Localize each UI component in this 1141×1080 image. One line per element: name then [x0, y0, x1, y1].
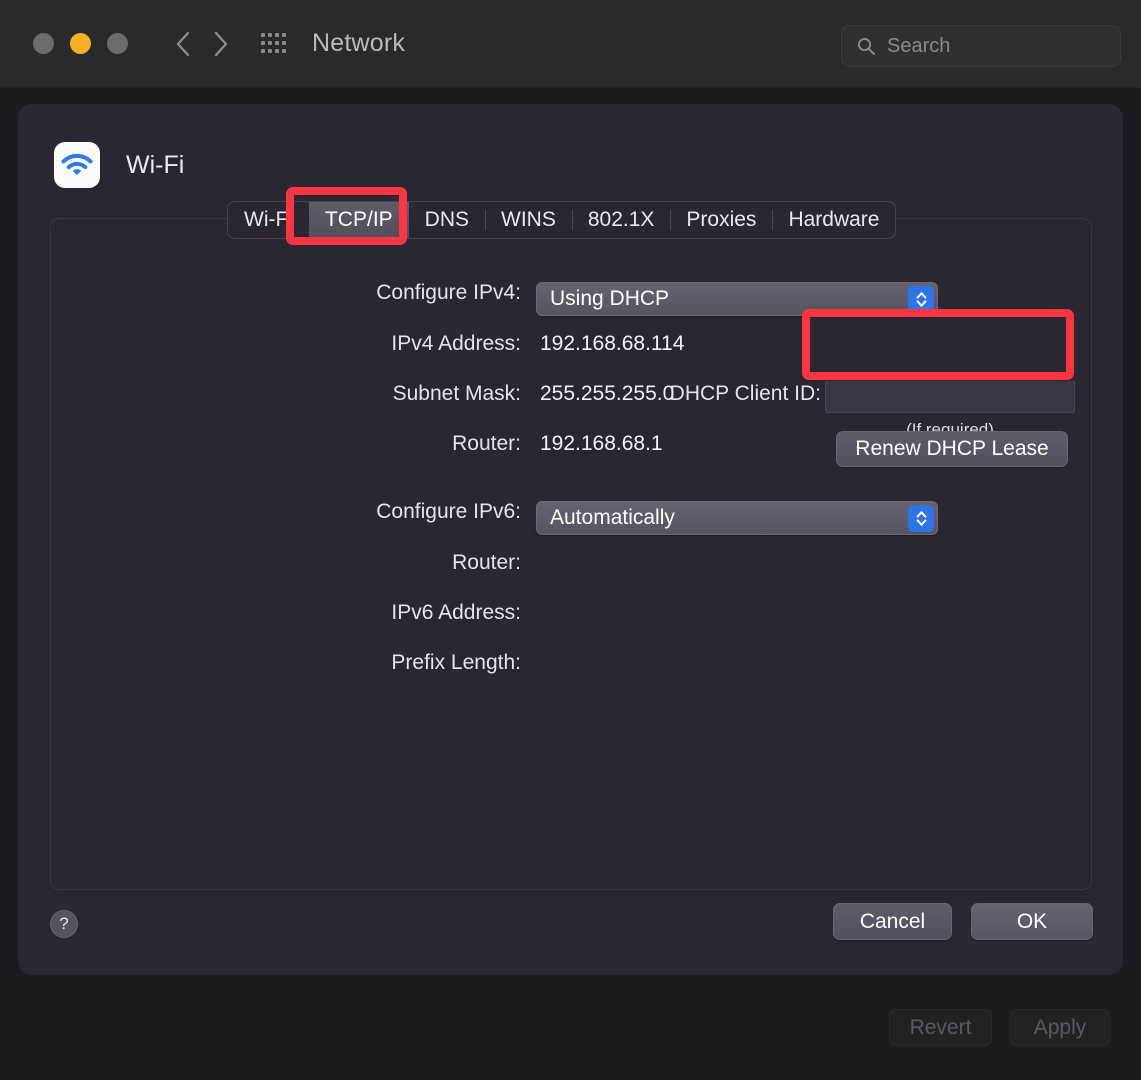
ipv4-address-value-row: 192.168.68.114 [540, 332, 684, 356]
configure-ipv6-label-row: Configure IPv6: [51, 500, 521, 524]
configure-ipv6-popup[interactable]: Automatically [536, 501, 938, 535]
ipv4-router-value: 192.168.68.1 [540, 432, 663, 455]
forward-button[interactable] [202, 25, 240, 63]
page-title: Network [312, 29, 406, 57]
device-header: Wi-Fi [54, 142, 184, 188]
tab-hardware[interactable]: Hardware [772, 202, 895, 238]
ipv4-address-label-row: IPv4 Address: [51, 332, 521, 356]
subnet-mask-label: Subnet Mask: [392, 382, 521, 405]
cancel-button[interactable]: Cancel [833, 903, 952, 940]
ipv4-address-value: 192.168.68.114 [540, 332, 685, 355]
ipv4-router-label-row: Router: [51, 432, 521, 456]
ipv6-router-label: Router: [452, 551, 521, 574]
tab-content-panel: Wi-Fi TCP/IP DNS WINS 802.1X Proxies Har… [50, 201, 1092, 890]
apply-label: Apply [1033, 1015, 1087, 1039]
search-field[interactable]: Search [841, 25, 1121, 67]
tab-8021x[interactable]: 802.1X [571, 202, 671, 238]
tab-label: Wi-Fi [244, 208, 293, 231]
ipv6-address-label: IPv6 Address: [391, 601, 521, 624]
window-titlebar: Network Search [0, 0, 1141, 88]
ipv4-address-label: IPv4 Address: [391, 332, 521, 355]
tab-label: 802.1X [587, 208, 655, 231]
search-placeholder: Search [887, 34, 951, 57]
apply-button: Apply [1010, 1009, 1110, 1046]
prefix-length-label-row: Prefix Length: [51, 651, 521, 675]
configure-ipv4-label-row: Configure IPv4: [51, 281, 521, 305]
popup-stepper-icon[interactable] [908, 505, 934, 532]
ipv4-router-value-row: 192.168.68.1 [540, 432, 663, 456]
tab-label: WINS [501, 208, 556, 231]
network-preferences-window: Network Search Wi-Fi Wi-Fi TCP/IP DNS WI… [0, 0, 1141, 1080]
configure-ipv4-label: Configure IPv4: [376, 281, 521, 304]
ok-button[interactable]: OK [971, 903, 1093, 940]
prefix-length-label: Prefix Length: [391, 651, 521, 674]
configure-ipv4-value: Using DHCP [550, 287, 670, 310]
revert-label: Revert [909, 1015, 972, 1039]
revert-button: Revert [889, 1009, 992, 1046]
configure-ipv4-popup[interactable]: Using DHCP [536, 282, 938, 316]
ipv6-router-label-row: Router: [51, 551, 521, 575]
renew-dhcp-lease-wrapper: Renew DHCP Lease [836, 431, 1068, 467]
tcpip-settings-sheet: Wi-Fi Wi-Fi TCP/IP DNS WINS 802.1X Proxi… [18, 104, 1123, 975]
tab-label: TCP/IP [324, 208, 393, 231]
subnet-mask-label-row: Subnet Mask: [51, 382, 521, 406]
chevron-left-icon [176, 31, 190, 56]
configure-ipv6-value: Automatically [550, 506, 675, 529]
search-icon [857, 37, 875, 55]
settings-tab-bar: Wi-Fi TCP/IP DNS WINS 802.1X Proxies Har… [227, 201, 897, 239]
device-name: Wi-Fi [126, 150, 185, 179]
tab-wins[interactable]: WINS [485, 202, 572, 238]
tab-label: Proxies [686, 208, 757, 231]
back-button[interactable] [164, 25, 202, 63]
popup-stepper-icon[interactable] [908, 286, 934, 313]
configure-ipv6-label: Configure IPv6: [376, 500, 521, 523]
traffic-light-group [33, 33, 128, 54]
minimize-button[interactable] [70, 33, 91, 54]
zoom-button[interactable] [107, 33, 128, 54]
help-button[interactable]: ? [50, 910, 78, 938]
help-label: ? [59, 914, 69, 933]
ok-label: OK [1016, 909, 1048, 933]
renew-dhcp-lease-label: Renew DHCP Lease [855, 437, 1049, 460]
tab-dns[interactable]: DNS [409, 202, 485, 238]
tab-wifi[interactable]: Wi-Fi [228, 202, 309, 238]
renew-dhcp-lease-button[interactable]: Renew DHCP Lease [836, 431, 1068, 467]
ipv6-address-label-row: IPv6 Address: [51, 601, 521, 625]
tab-proxies[interactable]: Proxies [670, 202, 772, 238]
close-button[interactable] [33, 33, 54, 54]
tab-label: DNS [424, 208, 470, 231]
dhcp-client-id-input[interactable] [825, 380, 1075, 413]
dhcp-client-id-label: DHCP Client ID: [669, 382, 821, 405]
cancel-label: Cancel [859, 909, 926, 933]
chevron-right-icon [214, 31, 228, 56]
tab-label: Hardware [788, 208, 880, 231]
tab-tcpip[interactable]: TCP/IP [308, 202, 409, 238]
dhcp-client-id-label-row: DHCP Client ID: [581, 382, 821, 406]
navigation-buttons [164, 25, 240, 63]
grid-apps-icon[interactable] [258, 29, 288, 59]
ipv4-router-label: Router: [452, 432, 521, 455]
wifi-icon [54, 142, 100, 188]
